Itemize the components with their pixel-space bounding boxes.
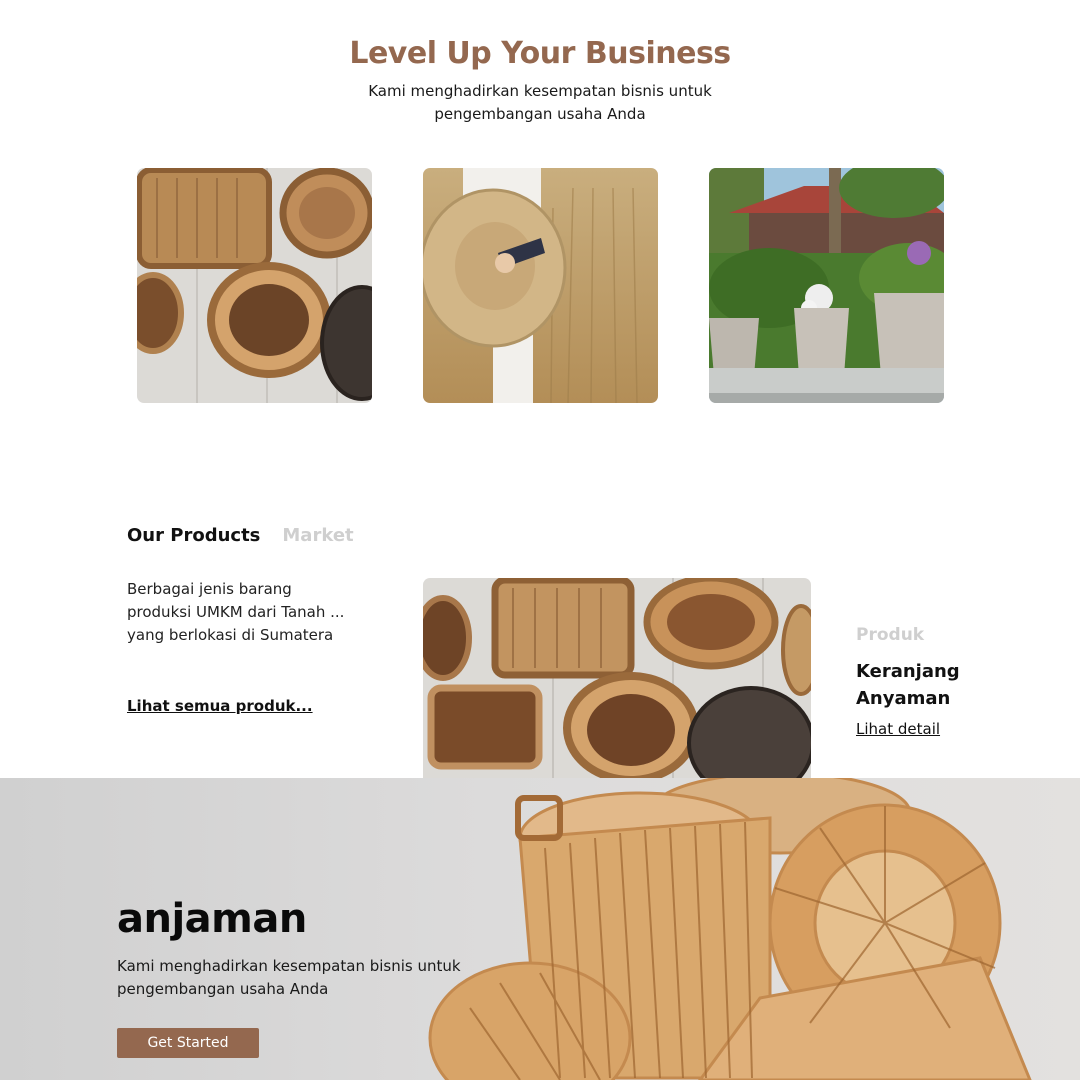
gallery-image-hat	[423, 168, 658, 403]
get-started-button[interactable]: Get Started	[117, 1028, 259, 1058]
gallery-image-baskets	[137, 168, 372, 403]
featured-product-image	[423, 578, 811, 778]
featured-product-category: Produk	[856, 625, 925, 645]
brand-logo-text: anjaman	[117, 896, 307, 942]
banner-subtitle: Kami menghadirkan kesempatan bisnis untu…	[117, 957, 461, 998]
product-detail-link[interactable]: Lihat detail	[856, 720, 940, 738]
products-description: Berbagai jenis barang produksi UMKM dari…	[127, 580, 345, 644]
gallery-image-planters	[709, 168, 944, 403]
cta-banner: anjaman Kami menghadirkan kesempatan bis…	[0, 778, 1080, 1080]
page-title: Level Up Your Business	[349, 36, 731, 71]
product-tabs: Our Products Market	[127, 525, 354, 546]
featured-product-name: Keranjang Anyaman	[856, 661, 960, 709]
tab-market[interactable]: Market	[282, 525, 353, 546]
see-all-products-link[interactable]: Lihat semua produk...	[127, 697, 313, 715]
tab-our-products[interactable]: Our Products	[127, 525, 260, 546]
hero-subtitle: Kami menghadirkan kesempatan bisnis untu…	[368, 82, 712, 123]
